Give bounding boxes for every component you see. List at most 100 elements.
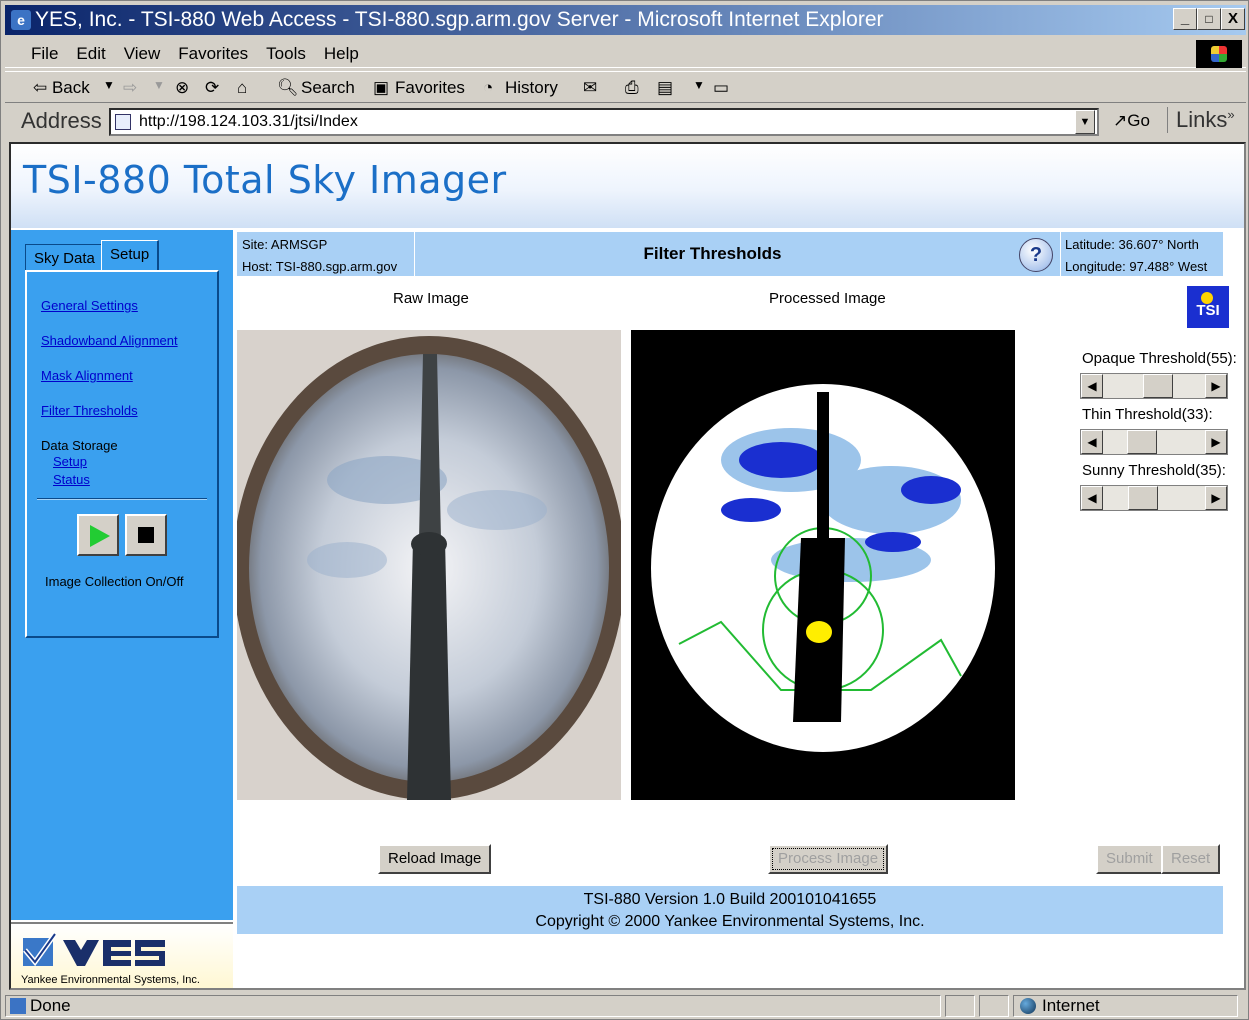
sunny-threshold-label: Sunny Threshold(35): xyxy=(1082,462,1226,479)
link-shadowband-alignment[interactable]: Shadowband Alignment xyxy=(41,333,178,348)
search-icon[interactable]: 🔍︎ xyxy=(277,78,299,98)
menu-tools[interactable]: Tools xyxy=(257,38,315,64)
title-bar: e YES, Inc. - TSI-880 Web Access - TSI-8… xyxy=(5,5,1246,35)
discuss-icon[interactable]: ▭ xyxy=(713,78,729,98)
menu-edit[interactable]: Edit xyxy=(67,38,114,64)
slider-right-arrow-icon[interactable]: ▶ xyxy=(1205,374,1227,398)
submit-button[interactable]: Submit xyxy=(1096,844,1163,874)
slider-left-arrow-icon[interactable]: ◀ xyxy=(1081,430,1103,454)
data-storage-label: Data Storage xyxy=(41,438,118,453)
section-heading: Filter Thresholds xyxy=(643,244,782,263)
slider-left-arrow-icon[interactable]: ◀ xyxy=(1081,486,1103,510)
stop-icon[interactable]: ⊗ xyxy=(175,78,189,98)
site-info: Site: ARMSGP Host: TSI-880.sgp.arm.gov xyxy=(237,232,415,276)
site-name: Site: ARMSGP xyxy=(242,237,328,252)
reload-image-button[interactable]: Reload Image xyxy=(378,844,492,874)
link-storage-setup[interactable]: Setup xyxy=(53,454,87,469)
page-title: TSI-880 Total Sky Imager xyxy=(23,158,507,202)
page-footer: TSI-880 Version 1.0 Build 200101041655 C… xyxy=(237,886,1223,934)
menu-help[interactable]: Help xyxy=(315,38,368,64)
play-icon xyxy=(90,525,110,547)
help-icon[interactable]: ? xyxy=(1019,238,1053,272)
status-text: Done xyxy=(30,996,71,1015)
tab-sky-data[interactable]: Sky Data xyxy=(25,244,104,271)
reset-button[interactable]: Reset xyxy=(1161,844,1221,874)
process-image-button[interactable]: Process Image xyxy=(768,844,889,874)
thin-threshold-slider[interactable]: ◀ ▶ xyxy=(1080,429,1228,455)
mail-icon[interactable]: ✉ xyxy=(583,78,597,98)
ie-icon: e xyxy=(11,10,31,30)
window-title: YES, Inc. - TSI-880 Web Access - TSI-880… xyxy=(35,8,884,31)
refresh-icon[interactable]: ⟳ xyxy=(205,78,219,98)
page-icon xyxy=(115,114,131,130)
zone-text: Internet xyxy=(1042,996,1100,1015)
slider-right-arrow-icon[interactable]: ▶ xyxy=(1205,486,1227,510)
left-sidebar: Sky Data Setup General Settings Shadowba… xyxy=(11,230,233,920)
status-panel xyxy=(979,995,1009,1017)
link-filter-thresholds[interactable]: Filter Thresholds xyxy=(41,403,138,418)
stop-collection-button[interactable] xyxy=(125,514,167,556)
address-dropdown-icon[interactable]: ▼ xyxy=(1075,110,1095,134)
tab-setup[interactable]: Setup xyxy=(101,240,160,271)
back-button[interactable]: ⇦ Back xyxy=(33,78,90,98)
slider-left-arrow-icon[interactable]: ◀ xyxy=(1081,374,1103,398)
page-header: TSI-880 Total Sky Imager xyxy=(11,144,1244,228)
menu-view[interactable]: View xyxy=(115,38,170,64)
company-logo: Yankee Environmental Systems, Inc. xyxy=(11,922,233,988)
stop-icon xyxy=(138,527,154,543)
links-button[interactable]: Links» xyxy=(1167,107,1235,133)
raw-sky-image xyxy=(237,330,621,800)
menu-favorites[interactable]: Favorites xyxy=(169,38,257,64)
toolbar: ⇦ Back ▼ ⇨ ▼ ⊗ ⟳ ⌂ 🔍︎ Search ▣ Favorites… xyxy=(5,71,1246,103)
chevron-icon: » xyxy=(1227,107,1235,122)
sunny-threshold-slider[interactable]: ◀ ▶ xyxy=(1080,485,1228,511)
address-url: http://198.124.103.31/jtsi/Index xyxy=(139,113,358,130)
slider-thumb[interactable] xyxy=(1127,430,1157,454)
search-button[interactable]: Search xyxy=(301,78,355,98)
print-icon[interactable]: ⎙ xyxy=(625,78,639,98)
processed-sky-image xyxy=(631,330,1015,800)
go-icon: ↗ xyxy=(1113,111,1128,130)
forward-dropdown-icon[interactable]: ▼ xyxy=(153,78,165,92)
link-general-settings[interactable]: General Settings xyxy=(41,298,138,313)
copyright-text: Copyright © 2000 Yankee Environmental Sy… xyxy=(535,913,925,930)
go-button[interactable]: ↗Go xyxy=(1113,111,1150,131)
maximize-button[interactable]: □ xyxy=(1197,8,1221,30)
back-dropdown-icon[interactable]: ▼ xyxy=(103,78,115,92)
link-storage-status[interactable]: Status xyxy=(53,472,90,487)
menu-file[interactable]: File xyxy=(5,38,67,64)
links-label: Links xyxy=(1176,107,1228,132)
address-input[interactable]: http://198.124.103.31/jtsi/Index xyxy=(109,108,1099,136)
start-collection-button[interactable] xyxy=(77,514,119,556)
favorites-button[interactable]: Favorites xyxy=(395,78,465,98)
location-info: Latitude: 36.607° North Longitude: 97.48… xyxy=(1060,232,1223,276)
globe-icon xyxy=(1020,998,1036,1014)
address-label: Address xyxy=(21,108,102,133)
version-text: TSI-880 Version 1.0 Build 200101041655 xyxy=(583,891,877,908)
info-bar: Site: ARMSGP Host: TSI-880.sgp.arm.gov F… xyxy=(237,232,1223,276)
edit-icon[interactable]: ▤ xyxy=(657,78,673,98)
slider-right-arrow-icon[interactable]: ▶ xyxy=(1205,430,1227,454)
host-name: Host: TSI-880.sgp.arm.gov xyxy=(242,259,398,274)
yes-logo-icon xyxy=(23,932,165,967)
link-mask-alignment[interactable]: Mask Alignment xyxy=(41,368,133,383)
history-icon[interactable]: ◔ xyxy=(483,78,493,98)
menu-bar: File Edit View Favorites Tools Help xyxy=(5,38,1246,68)
slider-thumb[interactable] xyxy=(1128,486,1158,510)
forward-button[interactable]: ⇨ xyxy=(123,78,137,98)
collection-label: Image Collection On/Off xyxy=(45,574,184,589)
status-bar: Done Internet xyxy=(5,993,1246,1019)
slider-thumb[interactable] xyxy=(1143,374,1173,398)
go-label: Go xyxy=(1127,111,1150,130)
address-bar: Address http://198.124.103.31/jtsi/Index… xyxy=(5,105,1246,139)
divider xyxy=(37,498,207,500)
security-zone: Internet xyxy=(1013,995,1238,1017)
home-icon[interactable]: ⌂ xyxy=(237,78,247,98)
close-button[interactable]: X xyxy=(1221,8,1245,30)
history-button[interactable]: History xyxy=(505,78,558,98)
favorites-icon[interactable]: ▣ xyxy=(373,78,389,98)
status-main: Done xyxy=(5,995,941,1017)
edit-dropdown-icon[interactable]: ▼ xyxy=(693,78,705,92)
minimize-button[interactable]: _ xyxy=(1173,8,1197,30)
opaque-threshold-slider[interactable]: ◀ ▶ xyxy=(1080,373,1228,399)
